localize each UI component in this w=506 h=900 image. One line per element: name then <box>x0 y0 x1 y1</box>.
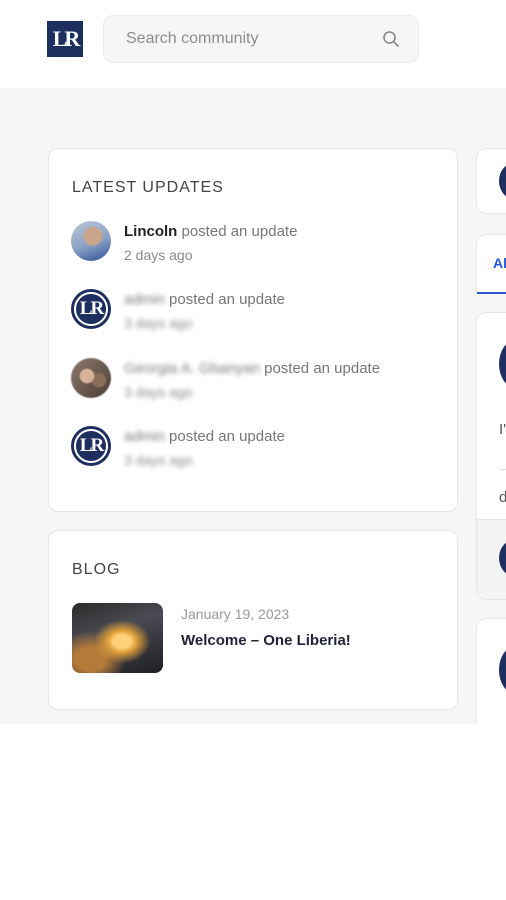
avatar[interactable] <box>71 221 111 261</box>
main-content: LATEST UPDATES Lincoln posted an update … <box>0 88 506 724</box>
search-input[interactable] <box>126 16 366 62</box>
comment-area <box>477 519 506 599</box>
lr-logo-icon: LR <box>74 292 108 326</box>
update-author[interactable]: Lincoln <box>124 223 177 240</box>
avatar[interactable]: LR <box>71 426 111 466</box>
avatar[interactable] <box>499 163 506 199</box>
post-text: I' <box>499 421 506 438</box>
blog-post-date: January 19, 2023 <box>181 606 290 622</box>
feed-tabs: Al <box>476 234 506 294</box>
update-item[interactable]: Georgia A. Gbanyan posted an update 3 da… <box>71 358 441 402</box>
blog-post-link[interactable]: Welcome – One Liberia! <box>181 632 351 649</box>
update-action: posted an update <box>264 360 381 377</box>
activity-post-card: I' d <box>476 312 506 600</box>
update-time: 3 days ago <box>124 384 193 400</box>
update-item[interactable]: LR admin posted an update 3 days ago <box>71 289 441 333</box>
activity-post-card <box>476 618 506 724</box>
update-item[interactable]: Lincoln posted an update 2 days ago <box>71 221 441 265</box>
blog-thumbnail[interactable] <box>72 603 163 673</box>
avatar-logo-text: LR <box>79 435 104 456</box>
whats-new-card[interactable] <box>476 148 506 214</box>
avatar[interactable] <box>499 341 506 387</box>
update-text: admin posted an update <box>124 291 285 308</box>
search-bar[interactable] <box>103 15 419 63</box>
blog-title: BLOG <box>72 561 121 578</box>
lr-logo-icon: LR <box>74 429 108 463</box>
update-text: admin posted an update <box>124 428 285 445</box>
blog-widget: BLOG January 19, 2023 Welcome – One Libe… <box>48 530 458 710</box>
update-author[interactable]: admin <box>124 428 165 445</box>
divider <box>499 469 506 470</box>
search-icon[interactable] <box>382 30 400 48</box>
update-time: 2 days ago <box>124 247 193 263</box>
avatar[interactable] <box>499 647 506 693</box>
site-header: LR <box>0 0 506 88</box>
update-action: posted an update <box>181 223 298 240</box>
logo-text: LR <box>52 26 81 51</box>
update-time: 3 days ago <box>124 452 193 468</box>
avatar-logo-text: LR <box>79 298 104 319</box>
update-action: posted an update <box>169 291 285 308</box>
avatar[interactable] <box>71 358 111 398</box>
tab-underline <box>477 292 506 294</box>
update-item[interactable]: LR admin posted an update 3 days ago <box>71 426 441 470</box>
avatar[interactable] <box>499 540 506 576</box>
update-author[interactable]: Georgia A. Gbanyan <box>124 360 260 377</box>
update-time: 3 days ago <box>124 315 193 331</box>
latest-updates-widget: LATEST UPDATES Lincoln posted an update … <box>48 148 458 512</box>
update-text: Georgia A. Gbanyan posted an update <box>124 360 380 377</box>
update-text: Lincoln posted an update <box>124 223 297 240</box>
tab-all[interactable]: Al <box>493 255 506 271</box>
avatar[interactable]: LR <box>71 289 111 329</box>
update-author[interactable]: admin <box>124 291 165 308</box>
latest-updates-title: LATEST UPDATES <box>72 179 224 196</box>
post-action-text[interactable]: d <box>499 489 506 506</box>
site-logo[interactable]: LR <box>47 21 83 57</box>
update-action: posted an update <box>169 428 285 445</box>
